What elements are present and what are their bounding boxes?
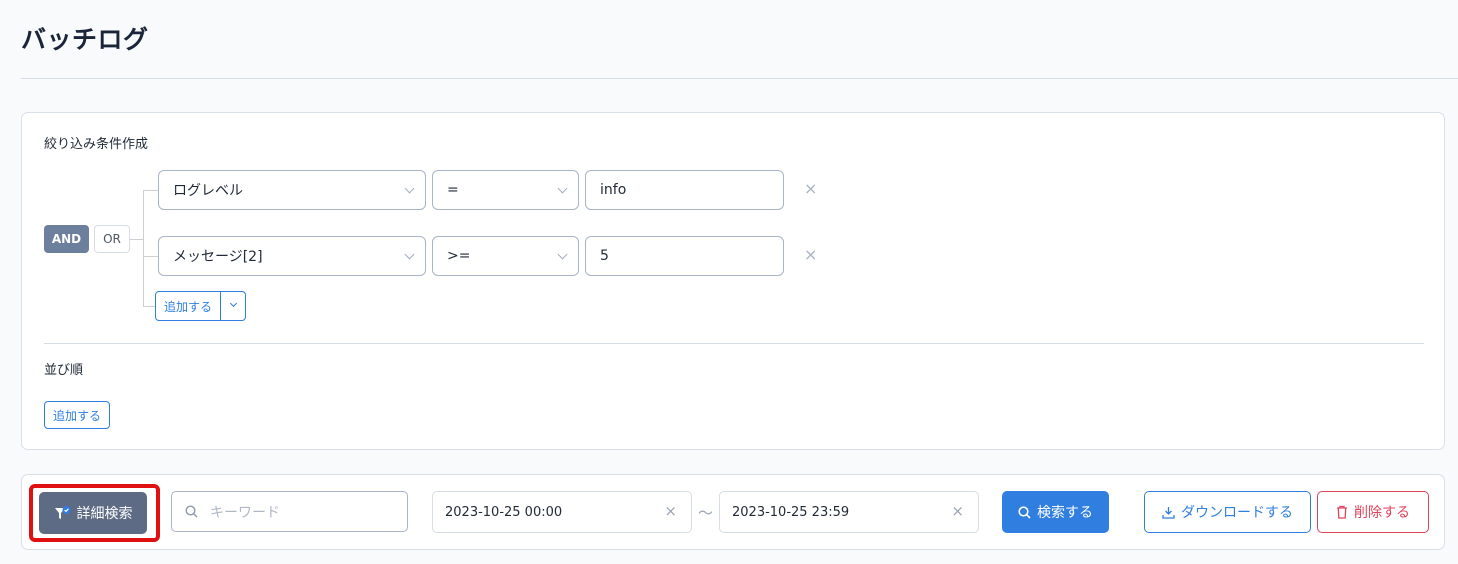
clear-icon[interactable]: ×	[664, 502, 677, 520]
condition-value-text: info	[600, 182, 627, 198]
condition-field-value: ログレベル	[173, 183, 243, 199]
advanced-search-label: 詳細検索	[76, 506, 133, 522]
condition-value-input[interactable]: 5	[585, 236, 784, 276]
date-to-value: 2023-10-25 23:59	[732, 504, 850, 520]
tree-connector	[143, 306, 155, 307]
trash-icon	[1337, 505, 1347, 519]
filter-check-icon	[54, 505, 70, 519]
add-condition-dropdown[interactable]	[220, 292, 245, 320]
sort-section-label: 並び順	[44, 363, 84, 378]
search-icon	[1018, 505, 1031, 519]
keyword-placeholder: キーワード	[210, 504, 280, 521]
page-title: バッチログ	[21, 25, 149, 54]
search-button[interactable]: 検索する	[1002, 491, 1109, 533]
remove-condition-icon[interactable]: ×	[804, 179, 817, 198]
download-button[interactable]: ダウンロードする	[1144, 491, 1311, 533]
condition-operator-value: =	[447, 182, 459, 198]
chevron-down-icon	[557, 183, 568, 194]
tree-connector	[143, 256, 158, 257]
delete-button[interactable]: 削除する	[1317, 491, 1429, 533]
tree-connector	[143, 190, 144, 307]
add-condition-button[interactable]: 追加する	[156, 292, 220, 320]
condition-operator-select[interactable]: =	[432, 170, 579, 210]
clear-icon[interactable]: ×	[951, 502, 964, 520]
download-button-label: ダウンロードする	[1181, 505, 1293, 521]
and-toggle[interactable]: AND	[44, 225, 89, 253]
download-icon	[1162, 506, 1175, 519]
search-button-label: 検索する	[1037, 505, 1093, 521]
tree-connector	[143, 190, 158, 191]
or-toggle[interactable]: OR	[94, 225, 130, 253]
condition-value-text: 5	[600, 248, 609, 264]
keyword-input[interactable]: キーワード	[171, 491, 408, 532]
filter-card: 絞り込み条件作成 AND OR ログレベル = info × メッセージ[2] …	[21, 112, 1445, 450]
date-from-input[interactable]: 2023-10-25 00:00 ×	[432, 491, 692, 533]
tree-connector	[130, 239, 144, 240]
search-icon	[185, 505, 198, 518]
chevron-down-icon	[404, 249, 415, 260]
chevron-down-icon	[557, 249, 568, 260]
advanced-search-button[interactable]: 詳細検索	[39, 492, 147, 534]
date-from-value: 2023-10-25 00:00	[445, 504, 563, 520]
chevron-down-icon	[229, 299, 238, 308]
date-to-input[interactable]: 2023-10-25 23:59 ×	[719, 491, 979, 533]
remove-condition-icon[interactable]: ×	[804, 245, 817, 264]
delete-button-label: 削除する	[1354, 505, 1410, 521]
add-condition-split-button: 追加する	[155, 291, 247, 321]
chevron-down-icon	[404, 183, 415, 194]
condition-field-value: メッセージ[2]	[173, 249, 263, 265]
section-divider	[44, 343, 1424, 344]
condition-field-select[interactable]: メッセージ[2]	[158, 236, 426, 276]
condition-operator-select[interactable]: >=	[432, 236, 579, 276]
condition-operator-value: >=	[447, 248, 471, 264]
filter-section-label: 絞り込み条件作成	[44, 137, 149, 152]
condition-field-select[interactable]: ログレベル	[158, 170, 426, 210]
range-separator: 〜	[698, 504, 714, 522]
add-sort-button[interactable]: 追加する	[44, 401, 111, 429]
search-bar: 詳細検索 キーワード 2023-10-25 00:00 × 〜 2023-10-…	[21, 474, 1445, 550]
condition-value-input[interactable]: info	[585, 170, 784, 210]
title-divider	[21, 78, 1458, 79]
